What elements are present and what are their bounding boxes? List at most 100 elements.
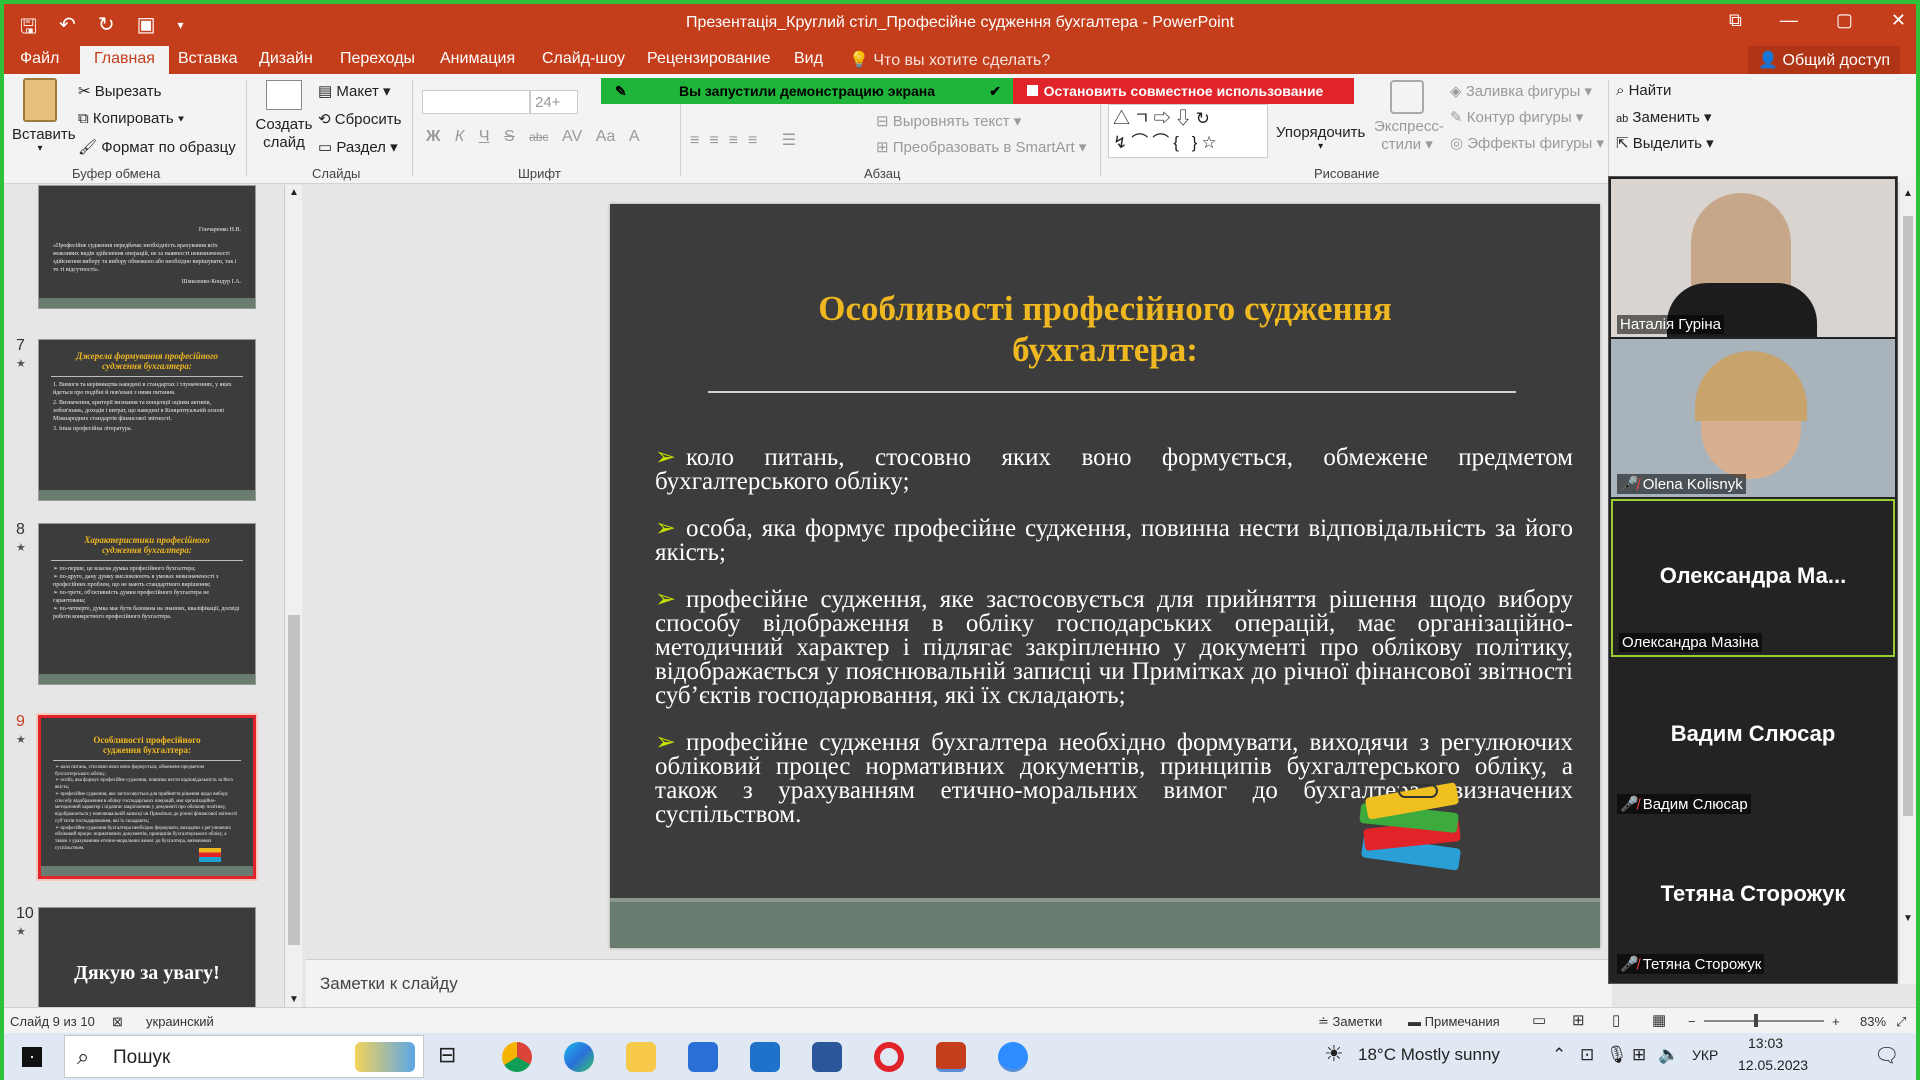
slide-thumbnail-6[interactable]: Гончаренко Н.В. «Професійне судження пер… xyxy=(38,185,256,309)
copy-button[interactable]: ⧉ Копировать ▾ xyxy=(78,110,184,127)
opera-icon[interactable] xyxy=(874,1042,904,1072)
volume-icon[interactable]: 🔈 xyxy=(1658,1045,1679,1065)
maximize-icon[interactable]: ▢ xyxy=(1836,10,1853,31)
language-tray[interactable]: УКР xyxy=(1692,1047,1718,1063)
tab-view[interactable]: Вид xyxy=(794,50,823,68)
task-view-icon[interactable]: ⊟ xyxy=(438,1042,468,1072)
zoom-slider[interactable] xyxy=(1704,1020,1824,1022)
shield-check-icon: ✔ xyxy=(989,83,1001,99)
comments-toggle[interactable]: ▬ Примечания xyxy=(1408,1014,1500,1029)
stop-sharing-button[interactable]: Остановить совместное использование xyxy=(1013,78,1354,104)
slide-thumbnail-8[interactable]: Характеристики професійного судження бух… xyxy=(38,523,256,685)
minimize-icon[interactable]: — xyxy=(1780,10,1798,31)
alignment-buttons[interactable]: ≡≡≡≡ ☰ xyxy=(690,130,806,150)
video-tile-oleksandra[interactable]: Олександра Ма... Олександра Мазіна xyxy=(1611,499,1895,657)
slide-thumbnail-9[interactable]: Особливості професійного судження бухгал… xyxy=(36,713,258,881)
tab-home[interactable]: Главная xyxy=(80,46,169,74)
edge-icon[interactable] xyxy=(564,1042,594,1072)
clock-date[interactable]: 12.05.2023 xyxy=(1738,1057,1808,1073)
slide-title[interactable]: Особливості професійного судження бухгалт… xyxy=(610,288,1600,370)
tab-review[interactable]: Рецензирование xyxy=(647,50,771,68)
font-size-combobox[interactable]: 24+ xyxy=(530,90,578,114)
quick-styles-button[interactable]: Экспресс-стили ▾ xyxy=(1374,80,1444,154)
font-name-combobox[interactable] xyxy=(422,90,530,114)
shape-outline-button[interactable]: ✎ Контур фигуры ▾ xyxy=(1450,108,1583,126)
notes-toggle[interactable]: ≐ Заметки xyxy=(1318,1014,1382,1030)
scroll-up-icon[interactable]: ▲ xyxy=(289,187,299,198)
slide-thumbnail-10[interactable]: Дякую за увагу! xyxy=(38,907,256,1007)
microphone-icon[interactable]: 🎙 xyxy=(1606,1045,1628,1065)
shape-effects-button[interactable]: ◎ Эффекты фигуры ▾ xyxy=(1450,134,1604,152)
smartart-button[interactable]: ⊞ Преобразовать в SmartArt ▾ xyxy=(876,138,1086,156)
zoom-out-icon[interactable]: − xyxy=(1688,1014,1696,1029)
align-text-button[interactable]: ⊟ Выровнять текст ▾ xyxy=(876,112,1021,130)
mic-muted-icon: 🎤̸ xyxy=(1620,796,1639,813)
tab-animations[interactable]: Анимация xyxy=(440,50,515,68)
tray-app-icon[interactable]: ⊡ xyxy=(1580,1045,1594,1065)
slideshow-view-icon[interactable]: ▦ xyxy=(1652,1011,1666,1029)
participant-name: 🎤̸ Тетяна Сторожук xyxy=(1617,954,1765,974)
scroll-down-icon[interactable]: ▼ xyxy=(1903,913,1913,924)
word-icon[interactable] xyxy=(812,1042,842,1072)
mail-icon[interactable] xyxy=(750,1042,780,1072)
font-format-buttons[interactable]: Ж К Ч S abc AV Aa A xyxy=(426,128,640,146)
scrollbar-thumb[interactable] xyxy=(1903,216,1913,816)
zoom-icon[interactable] xyxy=(998,1042,1028,1072)
language-indicator[interactable]: украинский xyxy=(146,1014,214,1029)
tab-transitions[interactable]: Переходы xyxy=(340,50,415,68)
normal-view-icon[interactable]: ▭ xyxy=(1532,1011,1546,1029)
shapes-gallery[interactable]: △ㄱ⇨⇩↻ ↯⌒⌒{ }☆ xyxy=(1108,104,1268,158)
replace-button[interactable]: ab Заменить ▾ xyxy=(1616,108,1712,126)
tell-me-search[interactable]: 💡 Что вы хотите сделать? xyxy=(849,50,1050,70)
video-tile-olena[interactable]: 🎤̸ Olena Kolisnyk xyxy=(1611,339,1895,497)
zoom-slider-thumb[interactable] xyxy=(1754,1014,1758,1027)
find-button[interactable]: ⌕ Найти xyxy=(1616,82,1671,99)
ribbon-display-icon[interactable]: ⧉ xyxy=(1729,10,1742,31)
paste-button[interactable]: Вставить ▾ xyxy=(12,78,76,154)
format-painter-button[interactable]: 🖌 Формат по образцу xyxy=(78,138,236,156)
reading-view-icon[interactable]: ▯ xyxy=(1612,1011,1620,1029)
weather-text[interactable]: 18°C Mostly sunny xyxy=(1358,1045,1500,1065)
thumbnail-scrollbar[interactable]: ▲ ▼ xyxy=(284,185,302,1007)
clock-time[interactable]: 13:03 xyxy=(1748,1035,1783,1051)
store-icon[interactable] xyxy=(688,1042,718,1072)
tray-chevron-icon[interactable]: ⌃ xyxy=(1552,1045,1566,1065)
new-slide-button[interactable]: Создать слайд xyxy=(254,80,314,152)
tab-slideshow[interactable]: Слайд-шоу xyxy=(542,50,625,68)
editor-scrollbar[interactable]: ▲ ▼ xyxy=(1900,176,1916,984)
slide-thumbnail-7[interactable]: Джерела формування професійного судження… xyxy=(38,339,256,501)
cut-button[interactable]: ✂ Вырезать xyxy=(78,82,161,100)
scrollbar-thumb[interactable] xyxy=(288,615,300,945)
chrome-icon[interactable] xyxy=(502,1042,532,1072)
video-tile-tetiana[interactable]: Тетяна Сторожук 🎤̸ Тетяна Сторожук xyxy=(1611,819,1895,977)
scroll-up-icon[interactable]: ▲ xyxy=(1903,188,1913,199)
notification-icon[interactable]: 🗨 xyxy=(1874,1043,1899,1068)
notes-pane[interactable]: Заметки к слайду xyxy=(306,959,1612,1007)
scroll-down-icon[interactable]: ▼ xyxy=(289,994,299,1005)
file-explorer-icon[interactable] xyxy=(626,1042,656,1072)
tab-design[interactable]: Дизайн xyxy=(259,50,313,68)
spellcheck-icon[interactable]: ⊠ xyxy=(112,1014,123,1030)
section-button[interactable]: ▭ Раздел ▾ xyxy=(318,138,398,156)
windows-start-icon[interactable] xyxy=(22,1047,42,1067)
layout-button[interactable]: ▤ Макет ▾ xyxy=(318,82,391,100)
select-button[interactable]: ⇱ Выделить ▾ xyxy=(1616,134,1714,152)
video-tile-vadym[interactable]: Вадим Слюсар 🎤̸ Вадим Слюсар xyxy=(1611,659,1895,817)
reset-button[interactable]: ⟲ Сбросить xyxy=(318,110,401,128)
video-tile-nataliia[interactable]: Наталія Гуріна xyxy=(1611,179,1895,337)
tab-insert[interactable]: Вставка xyxy=(178,50,237,68)
network-icon[interactable]: ⊞ xyxy=(1632,1045,1646,1065)
arrange-button[interactable]: Упорядочить ▾ xyxy=(1276,124,1365,152)
fit-slide-icon[interactable]: ⤢ xyxy=(1896,1014,1906,1030)
zoom-in-icon[interactable]: + xyxy=(1832,1014,1840,1029)
share-button[interactable]: 👤 Общий доступ xyxy=(1748,46,1900,74)
shape-fill-button[interactable]: ◈ Заливка фигуры ▾ xyxy=(1450,82,1592,100)
slide-sorter-icon[interactable]: ⊞ xyxy=(1572,1011,1585,1029)
close-icon[interactable]: ✕ xyxy=(1891,10,1906,31)
zoom-level[interactable]: 83% xyxy=(1860,1014,1886,1029)
powerpoint-icon[interactable] xyxy=(936,1042,966,1072)
current-slide[interactable]: Особливості професійного судження бухгалт… xyxy=(610,204,1600,948)
tab-file[interactable]: Файл xyxy=(20,50,59,68)
taskbar-search[interactable]: ⌕ Пошук xyxy=(64,1035,424,1078)
search-highlight-icon xyxy=(355,1042,415,1072)
